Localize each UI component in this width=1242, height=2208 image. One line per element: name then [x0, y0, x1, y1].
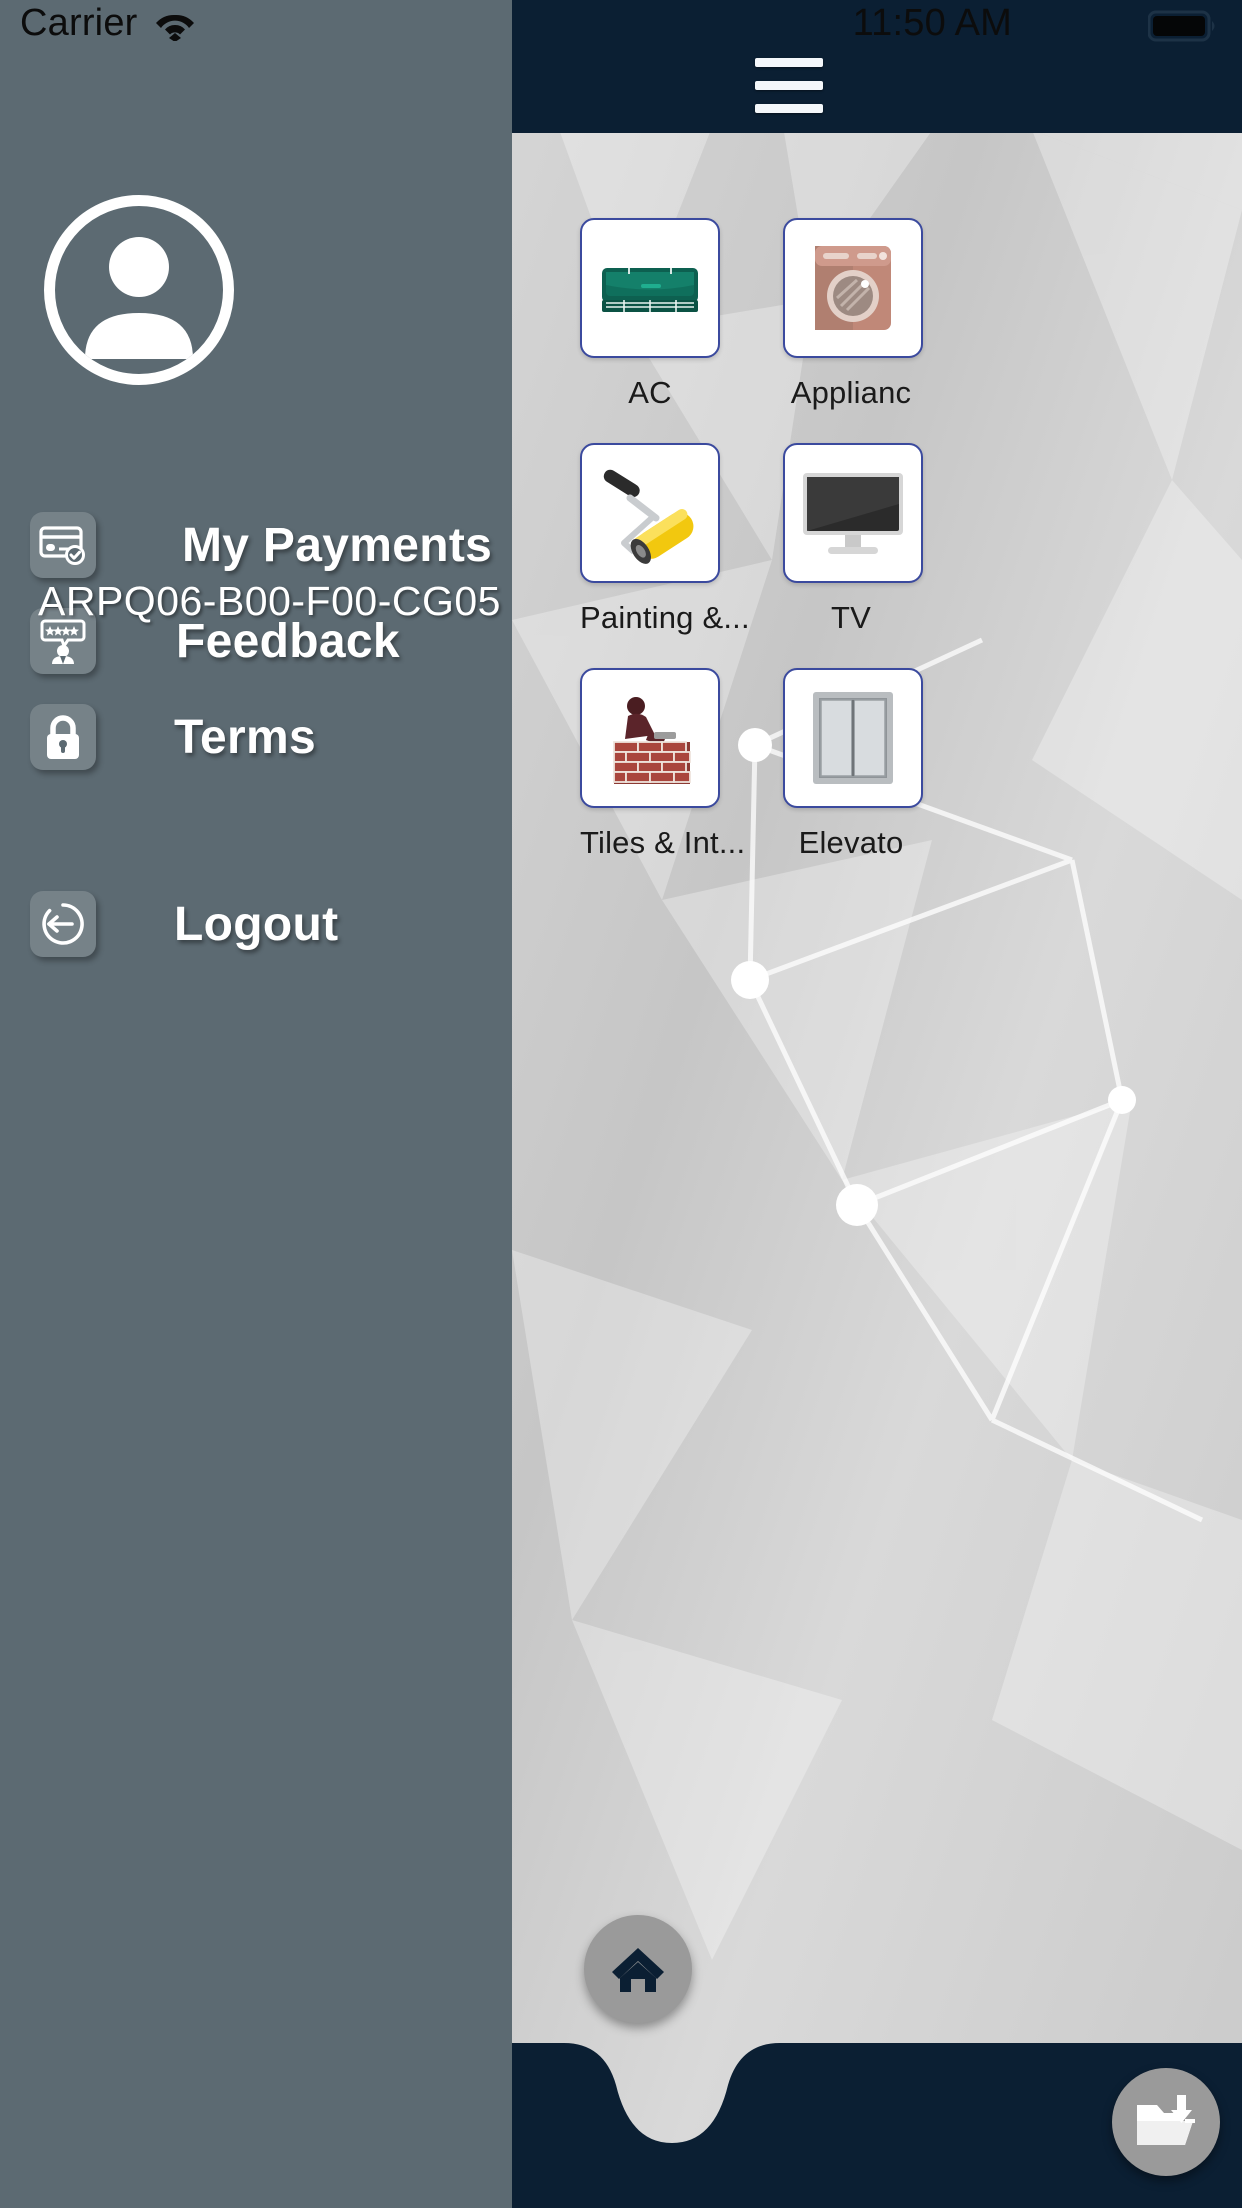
tile-card[interactable]	[783, 668, 923, 808]
person-avatar-icon	[85, 237, 193, 359]
home-button[interactable]	[584, 1915, 692, 2023]
hamburger-line	[755, 81, 823, 90]
tile-painting[interactable]: Painting &...	[580, 443, 750, 636]
person-rating-bubble-icon	[30, 608, 96, 674]
tile-label: TV	[830, 600, 871, 635]
hamburger-menu-icon[interactable]	[755, 58, 823, 120]
tile-row: Painting &... TV	[580, 443, 1242, 636]
sidebar-item-label: Terms	[174, 710, 317, 764]
tile-label: Elevato	[798, 825, 904, 860]
elevator-icon	[813, 692, 893, 784]
folder-download-icon	[1137, 2095, 1195, 2145]
sidebar-item-label: Feedback	[176, 614, 400, 668]
tile-tiles-interior[interactable]: Tiles & Int...	[580, 668, 746, 861]
tile-card[interactable]	[580, 443, 720, 583]
tile-tv[interactable]: TV	[783, 443, 923, 636]
tile-elevator[interactable]: Elevato	[783, 668, 923, 861]
hamburger-line	[755, 104, 823, 113]
sidebar-item-label: My Payments	[182, 518, 493, 572]
tile-ac[interactable]: AC	[580, 218, 720, 411]
tile-card[interactable]	[783, 218, 923, 358]
tile-row: AC Applianc	[580, 218, 1242, 411]
status-bar: Carrier 11:50 AM	[0, 0, 1242, 52]
tile-appliances[interactable]: Applianc	[783, 218, 923, 411]
sidebar-item-logout[interactable]: Logout	[30, 891, 338, 957]
tile-label: AC	[628, 375, 672, 410]
sidebar-item-feedback[interactable]: Feedback	[30, 608, 400, 674]
home-icon	[612, 1948, 664, 1992]
air-conditioner-icon	[602, 268, 698, 312]
tile-card[interactable]	[783, 443, 923, 583]
credit-card-check-icon	[30, 512, 96, 578]
hamburger-line	[755, 58, 823, 67]
logout-arrow-circle-icon	[30, 891, 96, 957]
sidebar-item-my-payments[interactable]: My Payments	[30, 512, 492, 578]
tile-row: Tiles & Int... Elevato	[580, 668, 1242, 861]
washing-machine-icon	[815, 246, 891, 330]
paint-roller-icon	[603, 469, 694, 564]
bricklayer-icon	[613, 697, 691, 784]
clock-label: 11:50 AM	[852, 2, 1012, 44]
battery-full-icon	[1148, 10, 1215, 42]
bottom-navigation	[512, 1915, 1242, 2208]
tile-label: Tiles & Int...	[580, 825, 746, 860]
tile-card[interactable]	[580, 218, 720, 358]
download-folder-button[interactable]	[1112, 2068, 1220, 2176]
sidebar-item-label: Logout	[174, 897, 339, 951]
tile-card[interactable]	[580, 668, 720, 808]
app-content-layer: AC Applianc Painting &... TV Tiles & Int…	[512, 0, 1242, 2208]
avatar[interactable]	[44, 195, 234, 385]
sidebar-item-terms[interactable]: Terms	[30, 704, 316, 770]
tile-label: Applianc	[790, 375, 912, 410]
television-icon	[803, 473, 903, 554]
tile-label: Painting &...	[580, 600, 750, 635]
side-drawer: ARPQ06-B00-F00-CG05 My Payments Feedback…	[0, 0, 512, 2208]
lock-icon	[30, 704, 96, 770]
service-tile-grid: AC Applianc Painting &... TV Tiles & Int…	[512, 133, 1242, 893]
screen-root: AC Applianc Painting &... TV Tiles & Int…	[0, 0, 1242, 2208]
